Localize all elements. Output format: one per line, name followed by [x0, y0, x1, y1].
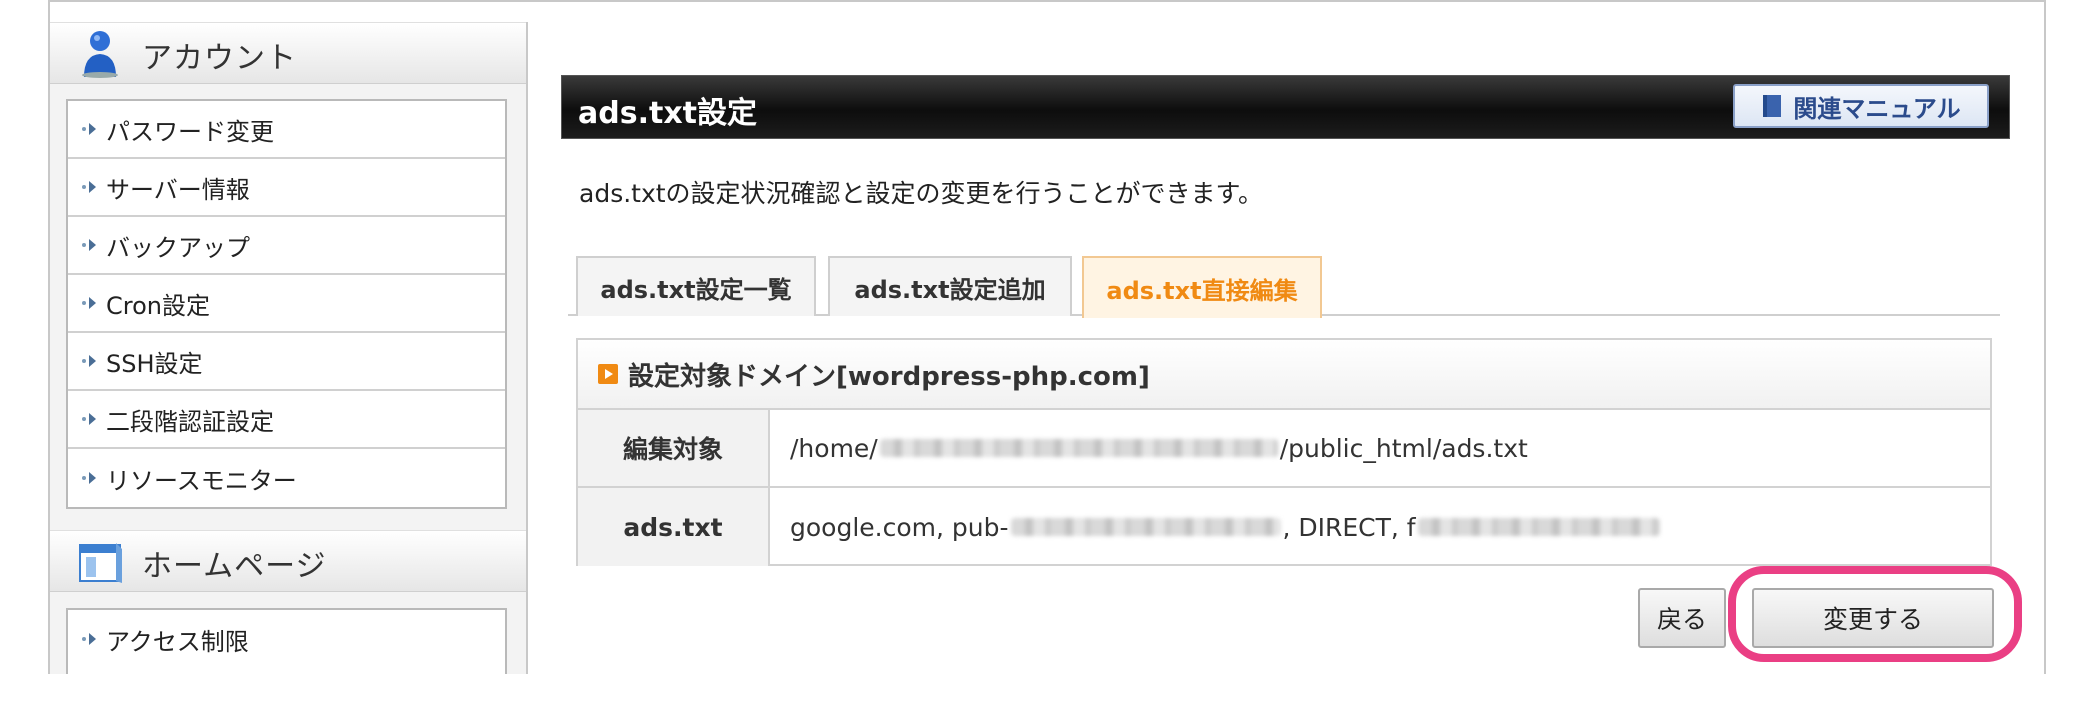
sidebar-item-ssh[interactable]: SSH設定	[68, 333, 505, 391]
redacted-cert-id	[1417, 518, 1660, 536]
row-value: google.com, pub- , DIRECT, f	[770, 488, 1990, 566]
arrow-bullet-icon	[82, 633, 96, 645]
sidebar-item-two-factor[interactable]: 二段階認証設定	[68, 391, 505, 449]
arrow-bullet-icon	[82, 181, 96, 193]
arrow-bullet-icon	[82, 297, 96, 309]
tab-ads-add[interactable]: ads.txt設定追加	[828, 256, 1072, 316]
sidebar-item-resource-monitor[interactable]: リソースモニター	[68, 449, 505, 507]
book-icon	[1763, 95, 1782, 117]
sidebar-section-title: アカウント	[142, 41, 297, 76]
page-title: ads.txt設定	[578, 96, 758, 131]
play-square-icon	[598, 364, 618, 384]
arrow-bullet-icon	[82, 413, 96, 425]
sidebar-section-account: アカウント	[50, 22, 526, 84]
sidebar-item-cron[interactable]: Cron設定	[68, 275, 505, 333]
arrow-bullet-icon	[82, 355, 96, 367]
browser-window-icon	[79, 543, 122, 583]
tab-ads-direct-edit[interactable]: ads.txt直接編集	[1082, 256, 1322, 318]
back-button[interactable]: 戻る	[1638, 588, 1726, 648]
panel-heading: 設定対象ドメイン[wordpress-php.com]	[578, 340, 1990, 410]
sidebar-menu-homepage: アクセス制限	[66, 608, 507, 674]
arrow-bullet-icon	[82, 472, 96, 484]
sidebar-section-title: ホームページ	[142, 549, 327, 584]
row-value: /home/ /public_html/ads.txt	[790, 433, 1528, 463]
submit-change-button[interactable]: 変更する	[1752, 588, 1994, 648]
sidebar-item-password[interactable]: パスワード変更	[68, 101, 505, 159]
row-label: 編集対象	[578, 410, 770, 486]
user-icon	[82, 31, 118, 78]
arrow-bullet-icon	[82, 123, 96, 135]
sidebar: アカウント パスワード変更 サーバー情報 バックアップ Cron設定 SSH設定…	[50, 22, 528, 674]
sidebar-item-server-info[interactable]: サーバー情報	[68, 159, 505, 217]
sidebar-item-access-restriction[interactable]: アクセス制限	[68, 610, 505, 668]
table-row: 編集対象 /home/ /public_html/ads.txt	[578, 410, 1990, 488]
sidebar-item-backup[interactable]: バックアップ	[68, 217, 505, 275]
redacted-path	[879, 439, 1278, 457]
sidebar-menu-account: パスワード変更 サーバー情報 バックアップ Cron設定 SSH設定 二段階認証…	[66, 99, 507, 509]
row-label: ads.txt	[578, 488, 770, 566]
redacted-publisher-id	[1010, 518, 1281, 536]
sidebar-section-homepage: ホームページ	[50, 530, 526, 592]
page-description: ads.txtの設定状況確認と設定の変更を行うことができます。	[579, 179, 1264, 208]
arrow-bullet-icon	[82, 239, 96, 251]
related-manual-button[interactable]: 関連マニュアル	[1733, 84, 1989, 128]
page-title-bar: ads.txt設定 関連マニュアル	[561, 75, 2010, 139]
settings-panel: 設定対象ドメイン[wordpress-php.com] 編集対象 /home/ …	[576, 338, 1992, 566]
tab-ads-list[interactable]: ads.txt設定一覧	[576, 256, 816, 316]
table-row: ads.txt google.com, pub- , DIRECT, f	[578, 488, 1990, 566]
